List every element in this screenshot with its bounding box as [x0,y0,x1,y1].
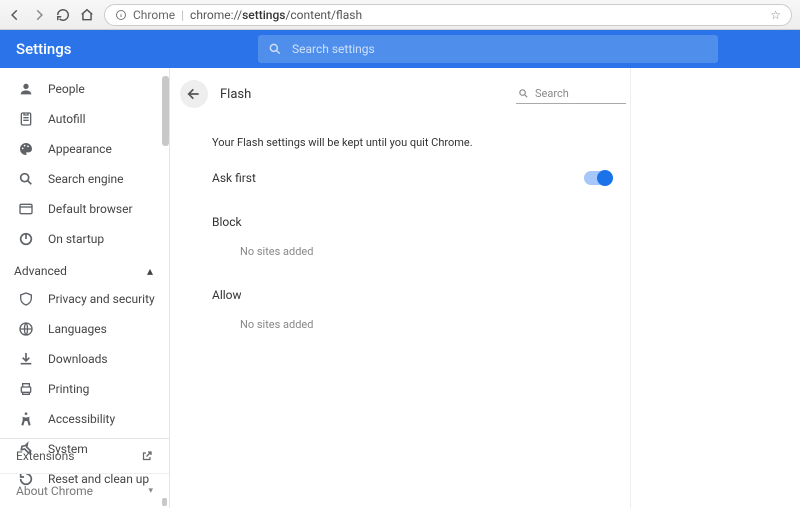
sidebar-advanced-toggle[interactable]: Advanced ▴ [0,254,169,284]
settings-search-placeholder: Search settings [292,42,375,56]
content-right-gutter [630,68,800,508]
address-bar[interactable]: Chrome | chrome://settings/content/flash… [104,4,792,26]
browser-toolbar: Chrome | chrome://settings/content/flash… [0,0,800,30]
sidebar-item-appearance[interactable]: Appearance [0,134,169,164]
sidebar-item-default-browser[interactable]: Default browser [0,194,169,224]
search-icon [268,42,282,56]
settings-header: Settings Search settings [0,30,800,68]
sidebar-item-label: Autofill [48,112,86,126]
app-title: Settings [0,40,258,58]
sidebar-item-downloads[interactable]: Downloads [0,344,169,374]
sidebar-item-label: People [48,82,85,96]
sidebar-item-printing[interactable]: Printing [0,374,169,404]
ask-first-label: Ask first [212,171,256,185]
reload-icon[interactable] [56,8,70,22]
sidebar-item-on-startup[interactable]: On startup [0,224,169,254]
arrow-left-icon [186,86,202,102]
ask-first-row: Ask first [212,171,626,185]
sidebar-about-link[interactable]: About Chrome ▾ [0,473,169,508]
chevron-down-icon: ▾ [148,486,153,496]
back-icon[interactable] [8,8,22,22]
sidebar-item-label: Appearance [48,142,112,156]
forward-icon[interactable] [32,8,46,22]
allow-empty-text: No sites added [240,318,626,331]
flash-note: Your Flash settings will be kept until y… [212,136,626,149]
collapse-icon: ▴ [147,264,153,278]
sidebar-item-label: Accessibility [48,412,115,426]
sidebar-item-label: Extensions [16,449,74,463]
bookmark-star-icon[interactable]: ☆ [770,8,781,22]
block-section-heading: Block [212,215,626,229]
sidebar-item-accessibility[interactable]: Accessibility [0,404,169,434]
url-label: Chrome [133,8,175,22]
sidebar-item-label: On startup [48,232,104,246]
page-search-placeholder: Search [535,87,569,100]
page-search-input[interactable]: Search [516,85,626,104]
sidebar-item-label: Languages [48,322,107,336]
settings-search[interactable]: Search settings [258,35,718,63]
site-info-icon[interactable] [115,9,127,21]
sidebar-item-autofill[interactable]: Autofill [0,104,169,134]
allow-section-heading: Allow [212,288,626,302]
back-button[interactable] [180,80,208,108]
ask-first-toggle[interactable] [584,171,612,185]
sidebar-item-people[interactable]: People [0,74,169,104]
url-text: chrome://settings/content/flash [190,8,764,22]
sidebar-item-label: Printing [48,382,89,396]
page-title: Flash [220,87,504,102]
sidebar-item-languages[interactable]: Languages [0,314,169,344]
sidebar-item-label: Privacy and security [48,292,155,306]
sidebar: People Autofill Appearance Search engine… [0,68,170,508]
sidebar-section-label: Advanced [14,264,67,278]
sidebar-item-label: Downloads [48,352,108,366]
sidebar-item-label: About Chrome [16,484,93,498]
scrollbar-bottom[interactable] [162,498,167,506]
sidebar-extensions-link[interactable]: Extensions [0,439,169,473]
sidebar-item-label: Default browser [48,202,133,216]
content-panel: Flash Search Your Flash settings will be… [170,68,630,508]
block-empty-text: No sites added [240,245,626,258]
sidebar-item-privacy[interactable]: Privacy and security [0,284,169,314]
sidebar-item-search-engine[interactable]: Search engine [0,164,169,194]
sidebar-item-label: Search engine [48,172,123,186]
search-icon [518,88,529,99]
external-link-icon [141,450,153,462]
scrollbar-thumb[interactable] [162,76,169,146]
home-icon[interactable] [80,8,94,22]
